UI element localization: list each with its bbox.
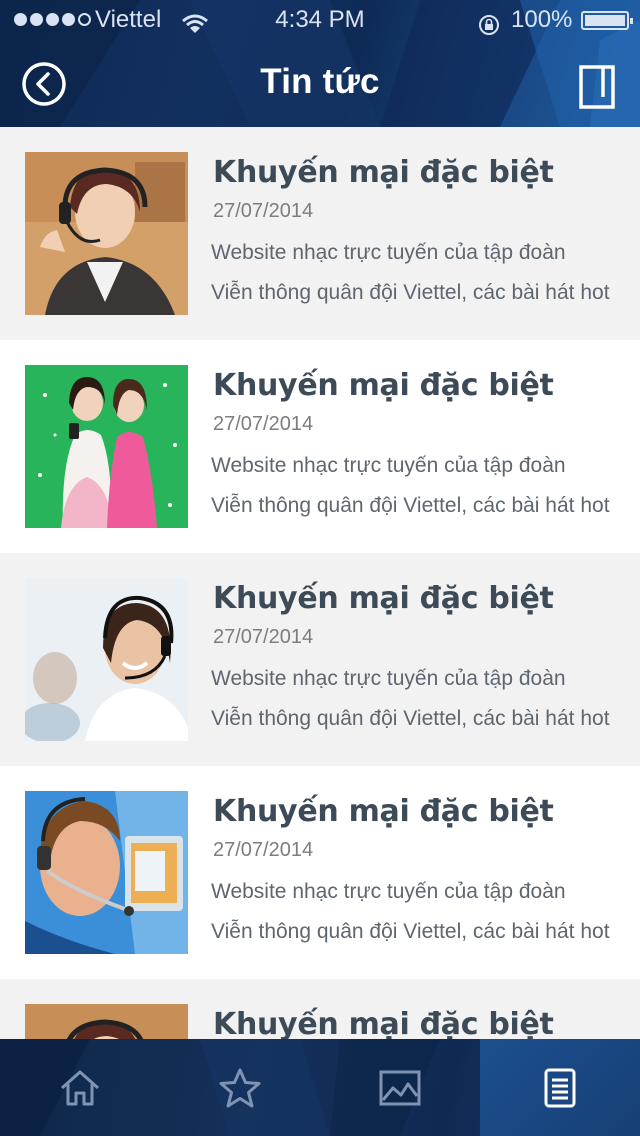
news-date: 27/07/2014 <box>213 200 314 222</box>
tab-bar <box>0 1039 640 1136</box>
news-thumbnail <box>25 1004 188 1039</box>
news-date: 27/07/2014 <box>213 839 314 861</box>
star-icon <box>219 1068 261 1107</box>
news-item[interactable]: Khuyến mại đặc biệt 27/07/2014 Website n… <box>0 340 640 553</box>
news-summary-line: Website nhạc trực tuyến của tập đoàn <box>211 667 566 690</box>
tab-home[interactable] <box>0 1039 160 1136</box>
news-title: Khuyến mại đặc biệt <box>213 155 554 190</box>
news-title: Khuyến mại đặc biệt <box>213 1007 554 1039</box>
news-thumbnail <box>25 365 188 528</box>
book-icon <box>579 65 615 109</box>
document-icon <box>544 1068 576 1107</box>
news-title: Khuyến mại đặc biệt <box>213 368 554 403</box>
header: Viettel 4:34 PM 100% Tin tức <box>0 0 640 127</box>
image-icon <box>379 1070 421 1105</box>
tab-gallery[interactable] <box>320 1039 480 1136</box>
news-thumbnail <box>25 152 188 315</box>
nav-bar: Tin tức <box>0 40 640 127</box>
news-item[interactable]: Khuyến mại đặc biệt 27/07/2014 Website n… <box>0 127 640 340</box>
news-summary-line: Website nhạc trực tuyến của tập đoàn <box>211 241 566 264</box>
news-item[interactable]: Khuyến mại đặc biệt 27/07/2014 Website n… <box>0 553 640 766</box>
news-summary-line: Viễn thông quân đội Viettel, các bài hát… <box>211 707 610 730</box>
bookmark-button[interactable] <box>577 63 617 111</box>
news-title: Khuyến mại đặc biệt <box>213 581 554 616</box>
news-item[interactable]: Khuyến mại đặc biệt <box>0 979 640 1039</box>
news-item[interactable]: Khuyến mại đặc biệt 27/07/2014 Website n… <box>0 766 640 979</box>
page-title: Tin tức <box>260 62 380 101</box>
status-bar: Viettel 4:34 PM 100% <box>0 0 640 40</box>
news-date: 27/07/2014 <box>213 413 314 435</box>
battery-icon <box>581 11 633 30</box>
news-list[interactable]: Khuyến mại đặc biệt 27/07/2014 Website n… <box>0 127 640 1039</box>
news-summary-line: Viễn thông quân đội Viettel, các bài hát… <box>211 920 610 943</box>
tab-favorites[interactable] <box>160 1039 320 1136</box>
news-title: Khuyến mại đặc biệt <box>213 794 554 829</box>
news-summary-line: Viễn thông quân đội Viettel, các bài hát… <box>211 494 610 517</box>
home-icon <box>61 1070 99 1105</box>
news-summary-line: Viễn thông quân đội Viettel, các bài hát… <box>211 281 610 304</box>
news-summary-line: Website nhạc trực tuyến của tập đoàn <box>211 880 566 903</box>
news-summary-line: Website nhạc trực tuyến của tập đoàn <box>211 454 566 477</box>
news-thumbnail <box>25 791 188 954</box>
news-thumbnail <box>25 578 188 741</box>
battery-percentage: 100% <box>511 6 573 33</box>
news-date: 27/07/2014 <box>213 626 314 648</box>
tab-news[interactable] <box>480 1039 640 1136</box>
